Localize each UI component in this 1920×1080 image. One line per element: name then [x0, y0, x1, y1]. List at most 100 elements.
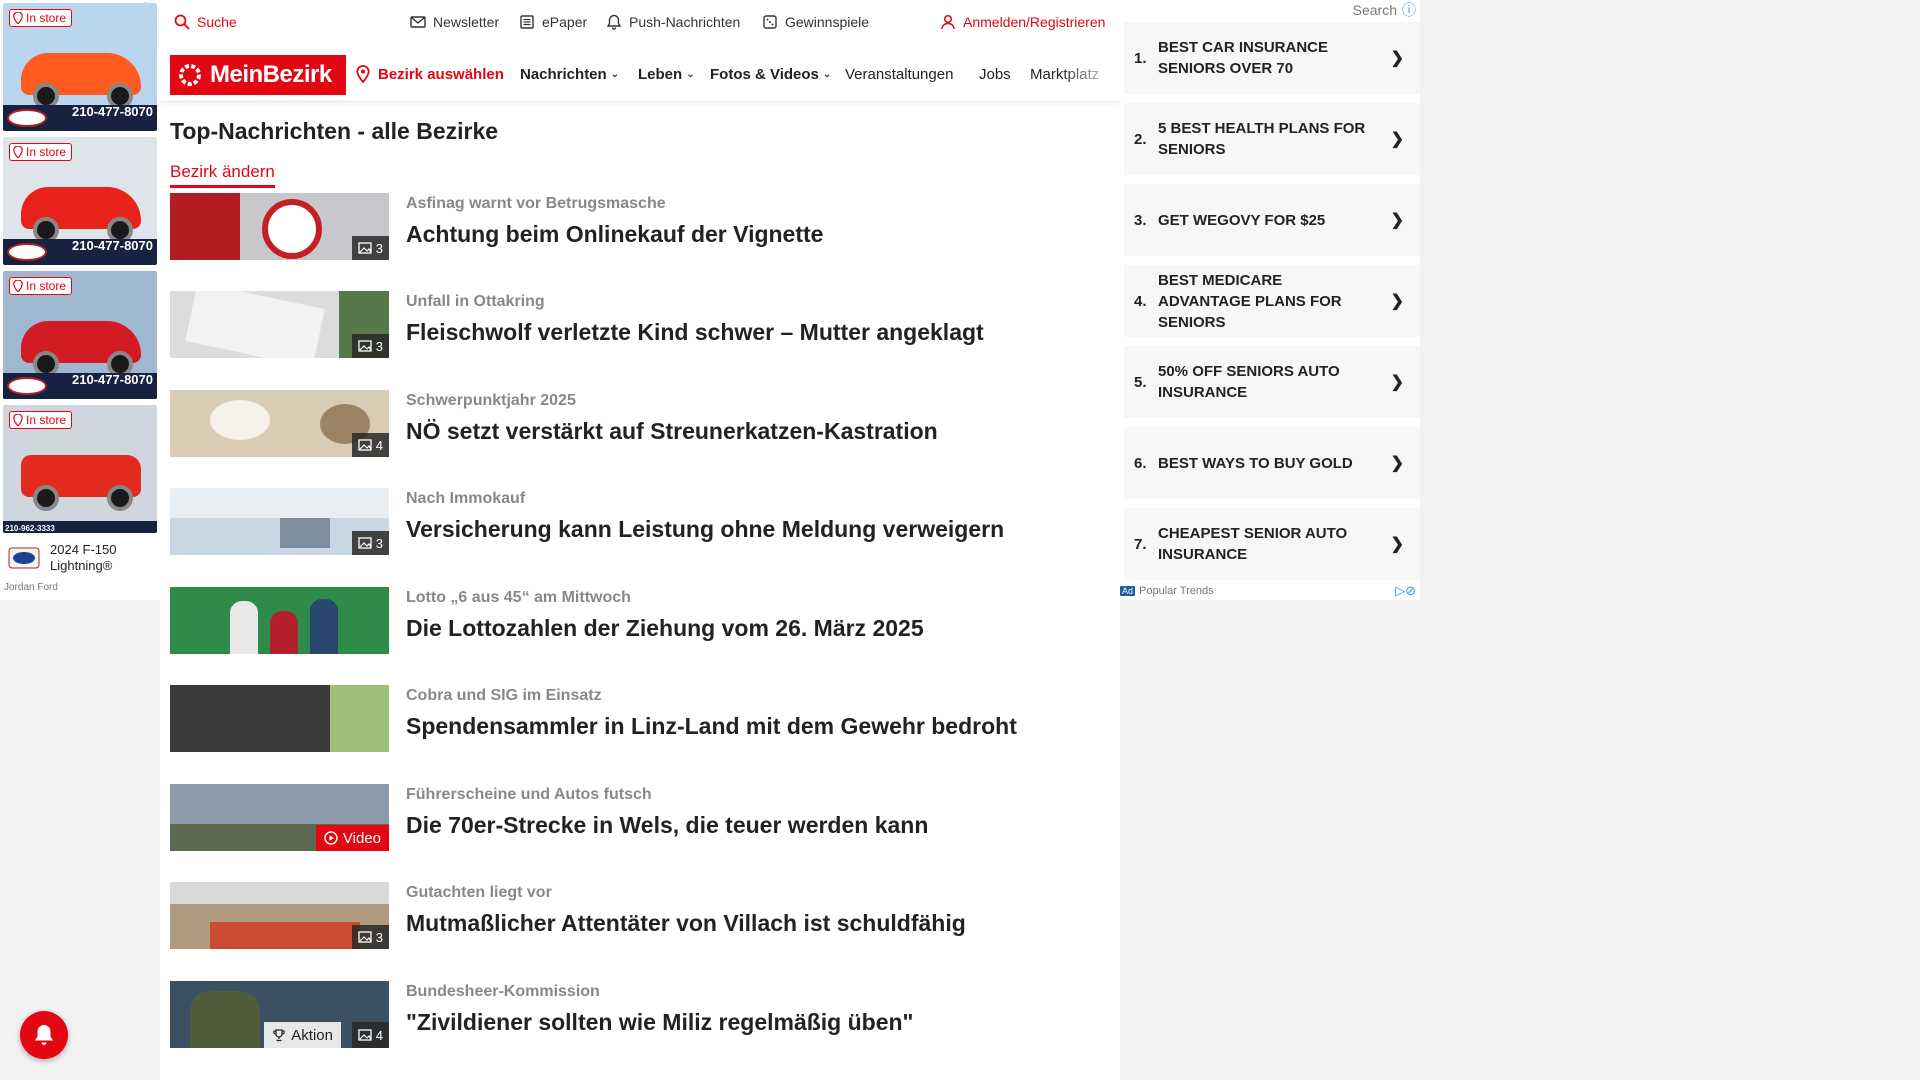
trend-text: BEST WAYS TO BUY GOLD: [1158, 454, 1353, 472]
article-headline[interactable]: Mutmaßlicher Attentäter von Villach ist …: [406, 910, 966, 937]
article-teaser[interactable]: Lotto „6 aus 45“ am Mittwoch Die Lottoza…: [170, 587, 1100, 657]
games-link[interactable]: Gewinnspiele: [762, 14, 869, 30]
article-thumbnail[interactable]: 3: [170, 882, 389, 949]
article-teaser[interactable]: 3 Nach Immokauf Versicherung kann Leistu…: [170, 488, 1100, 558]
nav-item-fotos-videos[interactable]: Fotos & Videos ⌄: [710, 66, 831, 83]
nav-item-nachrichten[interactable]: Nachrichten ⌄: [520, 66, 619, 83]
left-ad-banner[interactable]: ▷ⓘ 210-477-8070 In store 210-477-8070 In…: [0, 0, 160, 600]
article-teaser[interactable]: Video Führerscheine und Autos futsch Die…: [170, 784, 1100, 854]
chevron-right-icon: ❯: [1390, 536, 1404, 553]
trend-number: 3.: [1134, 211, 1147, 229]
select-district-label: Bezirk auswählen: [378, 65, 504, 83]
gallery-count: 4: [375, 437, 383, 453]
chevron-right-icon: ❯: [1390, 212, 1404, 229]
search-link[interactable]: Suche: [174, 14, 237, 30]
sponsored-link[interactable]: 5. 50% OFF SENIORS AUTO INSURANCE ❯: [1124, 346, 1420, 418]
article-kicker: Bundesheer-Kommission: [406, 983, 600, 1000]
article-headline[interactable]: "Zivildiener sollten wie Miliz regelmäßi…: [406, 1009, 913, 1036]
gallery-count-badge: 3: [351, 334, 389, 358]
ad-search-label[interactable]: Search ⓘ: [1353, 0, 1416, 20]
newsletter-link[interactable]: Newsletter: [410, 14, 499, 30]
video-badge: Video: [315, 825, 389, 851]
gallery-count: 3: [375, 535, 383, 551]
article-thumbnail[interactable]: Aktion 4: [170, 981, 389, 1048]
article-thumbnail[interactable]: 3: [170, 193, 389, 260]
article-headline[interactable]: NÖ setzt verstärkt auf Streunerkatzen-Ka…: [406, 418, 938, 445]
gallery-icon: [358, 1029, 372, 1041]
sponsored-link[interactable]: 3. GET WEGOVY FOR $25 ❯: [1124, 184, 1420, 256]
article-thumbnail[interactable]: 4: [170, 390, 389, 457]
nav-item-veranstaltungen[interactable]: Veranstaltungen: [845, 66, 953, 83]
article-thumbnail[interactable]: 3: [170, 291, 389, 358]
dice-icon: [763, 15, 777, 29]
gallery-icon: [358, 931, 372, 943]
ad-phone: 210-477-8070: [72, 104, 153, 119]
main-navigation: MeinBezirk Bezirk auswählen Nachrichten ⌄…: [160, 46, 1120, 102]
login-link[interactable]: Anmelden/Registrieren: [940, 14, 1105, 30]
sponsored-link[interactable]: 1. BEST CAR INSURANCE SENIORS OVER 70 ❯: [1124, 22, 1420, 94]
ad-car-tile[interactable]: 210-477-8070 In store: [3, 137, 157, 265]
epaper-link[interactable]: ePaper: [519, 14, 587, 30]
nav-label: Veranstaltungen: [845, 66, 954, 83]
article-kicker: Gutachten liegt vor: [406, 884, 552, 901]
article-thumbnail[interactable]: [170, 587, 389, 654]
ad-car-tile[interactable]: 210-962-3333 In store: [3, 405, 157, 533]
nav-scroll-fade: [1060, 56, 1120, 96]
main-column: Suche Newsletter ePaper Push-Nachrichten…: [160, 0, 1120, 1080]
article-headline[interactable]: Achtung beim Onlinekauf der Vignette: [406, 221, 823, 248]
chevron-right-icon: ❯: [1390, 50, 1404, 67]
logo-flower-icon: [179, 64, 201, 86]
article-teaser[interactable]: 4 Schwerpunktjahr 2025 NÖ setzt verstärk…: [170, 390, 1100, 460]
sponsored-link[interactable]: 4. BEST MEDICARE ADVANTAGE PLANS FOR SEN…: [1124, 265, 1420, 337]
article-headline[interactable]: Spendensammler in Linz-Land mit dem Gewe…: [406, 713, 1017, 740]
in-store-badge: In store: [9, 143, 73, 161]
location-pin-icon: [13, 146, 23, 158]
article-headline[interactable]: Die Lottozahlen der Ziehung vom 26. März…: [406, 615, 924, 642]
in-store-label: In store: [26, 145, 67, 159]
article-headline[interactable]: Versicherung kann Leistung ohne Meldung …: [406, 516, 1004, 543]
push-notifications-link[interactable]: Push-Nachrichten: [606, 14, 740, 30]
gallery-icon: [358, 537, 372, 549]
adchoices-icon[interactable]: ▷⊘: [1395, 583, 1416, 599]
article-headline[interactable]: Fleischwolf verletzte Kind schwer – Mutt…: [406, 319, 984, 346]
article-teaser[interactable]: 3 Gutachten liegt vor Mutmaßlicher Atten…: [170, 882, 1100, 952]
article-teaser[interactable]: Aktion 4 Bundesheer-Kommission "Zivildie…: [170, 981, 1100, 1051]
article-thumbnail[interactable]: Video: [170, 784, 389, 851]
location-pin-icon: [13, 12, 23, 24]
chevron-right-icon: ❯: [1390, 131, 1404, 148]
gallery-count: 3: [375, 929, 383, 945]
trend-text: CHEAPEST SENIOR AUTO INSURANCE: [1158, 525, 1348, 563]
sponsored-link[interactable]: 7. CHEAPEST SENIOR AUTO INSURANCE ❯: [1124, 508, 1420, 580]
in-store-badge: In store: [9, 277, 73, 295]
sponsored-link[interactable]: 2. 5 BEST HEALTH PLANS FOR SENIORS ❯: [1124, 103, 1420, 175]
in-store-label: In store: [26, 279, 67, 293]
article-teaser[interactable]: Cobra und SIG im Einsatz Spendensammler …: [170, 685, 1100, 755]
nav-label: Jobs: [979, 66, 1011, 83]
article-teaser[interactable]: 3 Asfinag warnt vor Betrugsmasche Achtun…: [170, 193, 1100, 263]
article-teaser[interactable]: 3 Unfall in Ottakring Fleischwolf verlet…: [170, 291, 1100, 361]
trend-text: 50% OFF SENIORS AUTO INSURANCE: [1158, 363, 1340, 401]
aktion-label: Aktion: [291, 1026, 333, 1044]
trend-number: 7.: [1134, 535, 1147, 553]
trend-number: 2.: [1134, 130, 1147, 148]
article-thumbnail[interactable]: 3: [170, 488, 389, 555]
select-district-button[interactable]: Bezirk auswählen: [356, 65, 504, 83]
in-store-badge: In store: [9, 9, 73, 27]
nav-item-leben[interactable]: Leben ⌄: [638, 66, 695, 83]
change-district-link[interactable]: Bezirk ändern: [170, 162, 275, 188]
site-logo[interactable]: MeinBezirk: [170, 55, 346, 95]
gallery-count: 3: [375, 240, 383, 256]
games-label: Gewinnspiele: [785, 14, 870, 30]
ad-car-tile[interactable]: 210-477-8070 In store: [3, 271, 157, 399]
ad-phone: 210-962-3333: [5, 524, 55, 533]
article-headline[interactable]: Die 70er-Strecke in Wels, die teuer werd…: [406, 812, 928, 839]
ad-model: 2024 F-150 Lightning®: [50, 542, 117, 573]
bell-icon: [35, 1025, 53, 1045]
nav-item-jobs[interactable]: Jobs: [979, 66, 1011, 83]
trend-text: GET WEGOVY FOR $25: [1158, 211, 1326, 229]
article-thumbnail[interactable]: [170, 685, 389, 752]
sponsored-link[interactable]: 6. BEST WAYS TO BUY GOLD ❯: [1124, 427, 1420, 499]
location-pin-icon: [13, 280, 23, 292]
notification-bell-button[interactable]: [20, 1011, 68, 1059]
ad-car-tile[interactable]: 210-477-8070 In store: [3, 3, 157, 131]
